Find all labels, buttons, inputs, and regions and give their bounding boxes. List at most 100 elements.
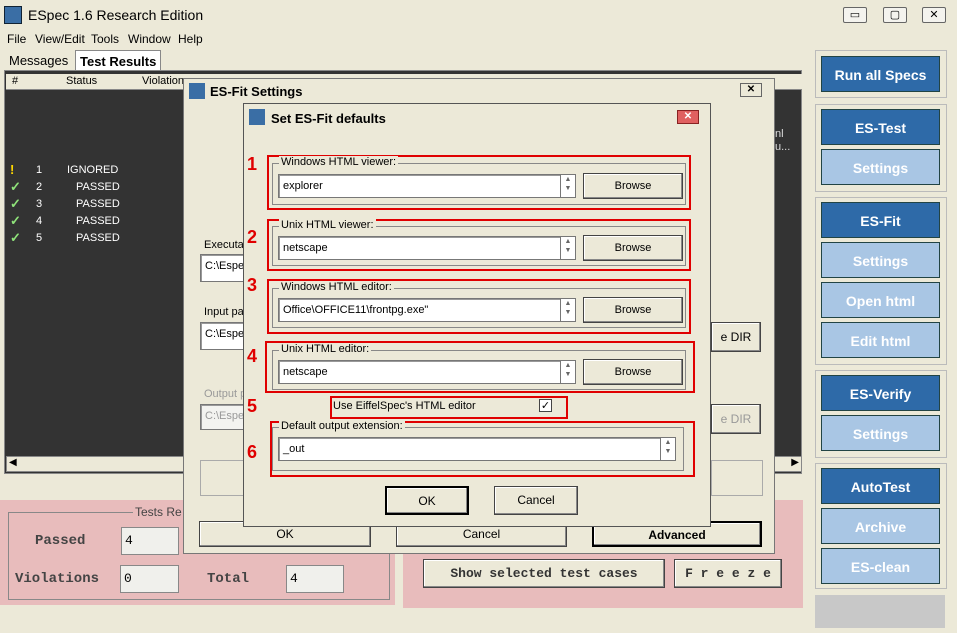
row-status: PASSED (76, 215, 120, 227)
menu-tools[interactable]: Tools (91, 32, 119, 48)
annotation-6: 6 (247, 442, 258, 462)
table-row[interactable]: ! 1 IGNORED (6, 162, 186, 179)
passed-value: 4 (121, 527, 179, 555)
col-violation[interactable]: Violation (142, 75, 184, 87)
es-verify-button[interactable]: ES-Verify (821, 375, 940, 411)
win-editor-spinner[interactable]: ▲ ▼ (560, 298, 576, 322)
ext-spinner[interactable]: ▲ ▼ (660, 437, 676, 461)
win-viewer-label: Windows HTML viewer: (279, 156, 399, 168)
minimize-icon[interactable]: ▭ (843, 7, 867, 23)
row-status: PASSED (76, 198, 120, 210)
tab-test-results[interactable]: Test Results (75, 50, 162, 70)
menu-view-edit[interactable]: View/Edit (35, 32, 85, 48)
es-clean-button[interactable]: ES-clean (821, 548, 940, 584)
table-row[interactable]: ✓ 3 PASSED (6, 196, 186, 213)
row-status: PASSED (76, 181, 120, 193)
unix-editor-input[interactable]: netscape (278, 360, 560, 384)
table-row[interactable]: ✓ 2 PASSED (6, 179, 186, 196)
menu-window[interactable]: Window (128, 32, 171, 48)
row-number: 3 (36, 198, 43, 210)
input-dir-button[interactable]: e DIR (711, 322, 761, 352)
row-status: PASSED (76, 232, 120, 244)
freeze-button[interactable]: F r e e z e (674, 559, 782, 588)
table-row[interactable]: ✓ 4 PASSED (6, 213, 186, 230)
esfit-settings-title: ES-Fit Settings (210, 84, 303, 99)
win-viewer-browse-button[interactable]: Browse (583, 173, 683, 199)
row-number: 4 (36, 215, 43, 227)
unix-editor-browse-button[interactable]: Browse (583, 359, 683, 385)
annotation-4: 4 (247, 346, 258, 366)
show-selected-button[interactable]: Show selected test cases (423, 559, 665, 588)
scroll-right-icon[interactable]: ▶ (791, 457, 799, 468)
col-status[interactable]: Status (66, 75, 97, 87)
check-icon: ✓ (10, 196, 21, 211)
esfit-settings-titlebar: ES-Fit Settings ✕ (184, 79, 774, 103)
maximize-icon[interactable]: ▢ (883, 7, 907, 23)
check-icon: ✓ (10, 230, 21, 245)
close-icon[interactable]: ✕ (677, 110, 699, 124)
defaults-ok-button[interactable]: OK (385, 486, 469, 515)
executable-label: Executa (204, 239, 244, 251)
executable-field[interactable]: C:\Espe (200, 254, 244, 282)
use-editor-checkbox[interactable]: ✓ (539, 399, 552, 412)
output-path-label: Output p (204, 388, 247, 400)
output-path-field: C:\Espe (200, 404, 244, 430)
edit-html-button[interactable]: Edit html (821, 322, 940, 358)
app-icon (4, 6, 22, 24)
unix-viewer-label: Unix HTML viewer: (279, 219, 376, 231)
ext-label: Default output extension: (279, 420, 405, 432)
unix-editor-spinner[interactable]: ▲ ▼ (560, 360, 576, 384)
open-html-button[interactable]: Open html (821, 282, 940, 318)
tests-results-legend: Tests Re (133, 505, 184, 519)
run-options-group (200, 460, 244, 496)
annotation-1: 1 (247, 154, 258, 174)
archive-button[interactable]: Archive (821, 508, 940, 544)
es-test-button[interactable]: ES-Test (821, 109, 940, 145)
truncated-text: nl u... (775, 128, 791, 153)
row-number: 2 (36, 181, 43, 193)
total-value: 4 (286, 565, 344, 593)
row-number: 5 (36, 232, 43, 244)
window-title: ESpec 1.6 Research Edition (28, 7, 204, 23)
run-options-group-right (711, 460, 763, 496)
es-verify-settings-button[interactable]: Settings (821, 415, 940, 451)
right-footer (815, 595, 945, 628)
unix-editor-label: Unix HTML editor: (279, 343, 372, 355)
es-test-settings-button[interactable]: Settings (821, 149, 940, 185)
set-defaults-titlebar: Set ES-Fit defaults ✕ (244, 104, 710, 132)
unix-viewer-browse-button[interactable]: Browse (583, 235, 683, 261)
close-icon[interactable]: ✕ (740, 83, 762, 97)
win-editor-browse-button[interactable]: Browse (583, 297, 683, 323)
run-all-specs-button[interactable]: Run all Specs (821, 56, 940, 92)
scroll-left-icon[interactable]: ◀ (9, 457, 17, 468)
unix-viewer-spinner[interactable]: ▲ ▼ (560, 236, 576, 260)
row-number: 1 (36, 164, 43, 176)
tab-messages[interactable]: Messages (5, 50, 72, 70)
menu-file[interactable]: File (7, 32, 26, 48)
ext-input[interactable]: _out (278, 437, 660, 461)
annotation-3: 3 (247, 275, 258, 295)
output-dir-button: e DIR (711, 404, 761, 434)
input-path-field[interactable]: C:\Espe (200, 322, 244, 350)
es-fit-settings-button[interactable]: Settings (821, 242, 940, 278)
total-label: Total (207, 571, 250, 587)
unix-viewer-input[interactable]: netscape (278, 236, 560, 260)
violations-value: 0 (120, 565, 179, 593)
menu-help[interactable]: Help (178, 32, 203, 48)
win-viewer-spinner[interactable]: ▲ ▼ (560, 174, 576, 198)
win-editor-input[interactable]: Office\OFFICE11\frontpg.exe" (278, 298, 560, 322)
annotation-5: 5 (247, 396, 258, 416)
col-number[interactable]: # (12, 75, 18, 87)
row-status: IGNORED (67, 164, 119, 176)
close-icon[interactable]: ✕ (922, 7, 946, 23)
autotest-button[interactable]: AutoTest (821, 468, 940, 504)
use-editor-label: Use EiffelSpec's HTML editor (333, 400, 476, 412)
es-fit-button[interactable]: ES-Fit (821, 202, 940, 238)
input-path-label: Input pa (204, 306, 244, 318)
set-defaults-title: Set ES-Fit defaults (271, 111, 386, 126)
check-icon: ✓ (10, 213, 21, 228)
dialog-icon (189, 83, 205, 99)
table-row[interactable]: ✓ 5 PASSED (6, 230, 186, 247)
defaults-cancel-button[interactable]: Cancel (494, 486, 578, 515)
win-viewer-input[interactable]: explorer (278, 174, 560, 198)
